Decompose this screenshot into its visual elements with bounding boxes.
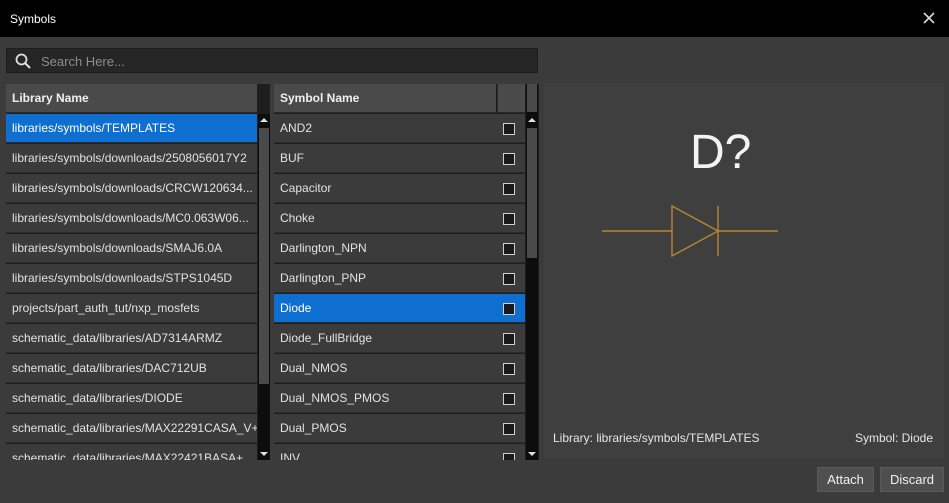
symbol-row-label: Darlington_NPN [280,241,367,255]
library-row[interactable]: libraries/symbols/downloads/CRCW120634..… [6,174,257,203]
library-row[interactable]: projects/part_auth_tut/nxp_mosfets [6,294,257,323]
scroll-down-icon[interactable] [526,448,538,460]
symbol-row-label: Diode_FullBridge [280,331,373,345]
window-title: Symbols [10,12,57,26]
symbol-checkbox[interactable] [503,453,515,460]
close-icon[interactable] [921,10,937,26]
scroll-up-icon[interactable] [258,114,270,126]
symbol-checkbox[interactable] [503,303,515,315]
preview-symbol-label: Symbol: Diode [854,431,933,445]
symbol-checkbox[interactable] [503,123,515,135]
symbol-table: Symbol Name AND2 BUF Capacitor Choke Darling… [274,84,539,460]
symbol-checkbox[interactable] [503,213,515,225]
symbol-row-label: BUF [280,151,304,165]
library-row[interactable]: libraries/symbols/downloads/SMAJ6.0A [6,234,257,263]
library-row[interactable]: libraries/symbols/downloads/STPS1045D [6,264,257,293]
symbol-row-label: Choke [280,211,315,225]
scroll-thumb[interactable] [527,128,537,258]
symbol-checkbox[interactable] [503,393,515,405]
symbol-preview: D? Library: libraries/symbols/TEMPLATES … [544,83,944,459]
library-row[interactable]: schematic_data/libraries/DIODE [6,384,257,413]
symbol-row-label: Dual_PMOS [280,421,347,435]
symbol-scrollbar[interactable] [526,84,538,460]
symbol-row-label: Capacitor [280,181,332,195]
symbols-dialog: Symbols Library Name libraries/symbols/T… [0,0,949,503]
library-row[interactable]: libraries/symbols/downloads/MC0.063W06..… [6,204,257,233]
reference-designator: D? [690,126,752,179]
search-box [6,48,538,73]
diode-symbol-icon [602,204,778,258]
symbol-row[interactable]: Dual_PMOS [274,414,525,443]
symbol-checkbox[interactable] [503,183,515,195]
symbol-row[interactable]: BUF [274,144,525,173]
symbol-checkbox[interactable] [503,243,515,255]
scroll-up-icon[interactable] [526,114,538,126]
symbol-checkbox[interactable] [503,333,515,345]
scrollbar-header-cap [527,84,537,112]
library-row[interactable]: schematic_data/libraries/DAC712UB [6,354,257,383]
scroll-down-icon[interactable] [258,448,270,460]
library-row[interactable]: schematic_data/libraries/MAX22291CASA_V+ [6,414,257,443]
symbol-row[interactable]: Diode_FullBridge [274,324,525,353]
library-name-header[interactable]: Library Name [6,84,257,113]
symbol-row[interactable]: Dual_NMOS [274,354,525,383]
symbol-checkbox[interactable] [503,273,515,285]
symbol-row-label: Dual_NMOS_PMOS [280,391,390,405]
library-scrollbar[interactable] [258,114,270,460]
symbol-checkbox[interactable] [503,363,515,375]
attach-button[interactable]: Attach [817,467,874,492]
checkbox-column-header [497,84,525,113]
symbol-row-label: AND2 [280,121,313,135]
title-bar: Symbols [0,0,949,37]
library-table: Library Name libraries/symbols/TEMPLATES… [6,84,270,460]
library-row[interactable]: schematic_data/libraries/AD7314ARMZ [6,324,257,353]
scroll-thumb[interactable] [259,128,269,384]
symbol-row[interactable]: Darlington_PNP [274,264,525,293]
library-row[interactable]: libraries/symbols/TEMPLATES [6,114,257,143]
library-row[interactable]: schematic_data/libraries/MAX22421BASA+ [6,444,257,460]
symbol-row[interactable]: AND2 [274,114,525,143]
preview-library-label: Library: libraries/symbols/TEMPLATES [553,431,760,445]
symbol-row[interactable]: Choke [274,204,525,233]
symbol-row-label: INV [280,451,301,460]
library-row[interactable]: libraries/symbols/downloads/2508056017Y2 [6,144,257,173]
search-input[interactable] [41,52,531,70]
symbol-row[interactable]: Darlington_NPN [274,234,525,263]
discard-button[interactable]: Discard [880,467,944,492]
symbol-row[interactable]: Diode [274,294,525,323]
symbol-checkbox[interactable] [503,153,515,165]
symbol-row-label: Diode [280,301,312,315]
symbol-row[interactable]: Dual_NMOS_PMOS [274,384,525,413]
symbol-row[interactable]: INV [274,444,525,460]
symbol-row[interactable]: Capacitor [274,174,525,203]
symbol-checkbox[interactable] [503,423,515,435]
symbol-name-header[interactable]: Symbol Name [274,84,496,113]
search-icon [15,53,31,69]
symbol-row-label: Darlington_PNP [280,271,367,285]
symbol-row-label: Dual_NMOS [280,361,348,375]
